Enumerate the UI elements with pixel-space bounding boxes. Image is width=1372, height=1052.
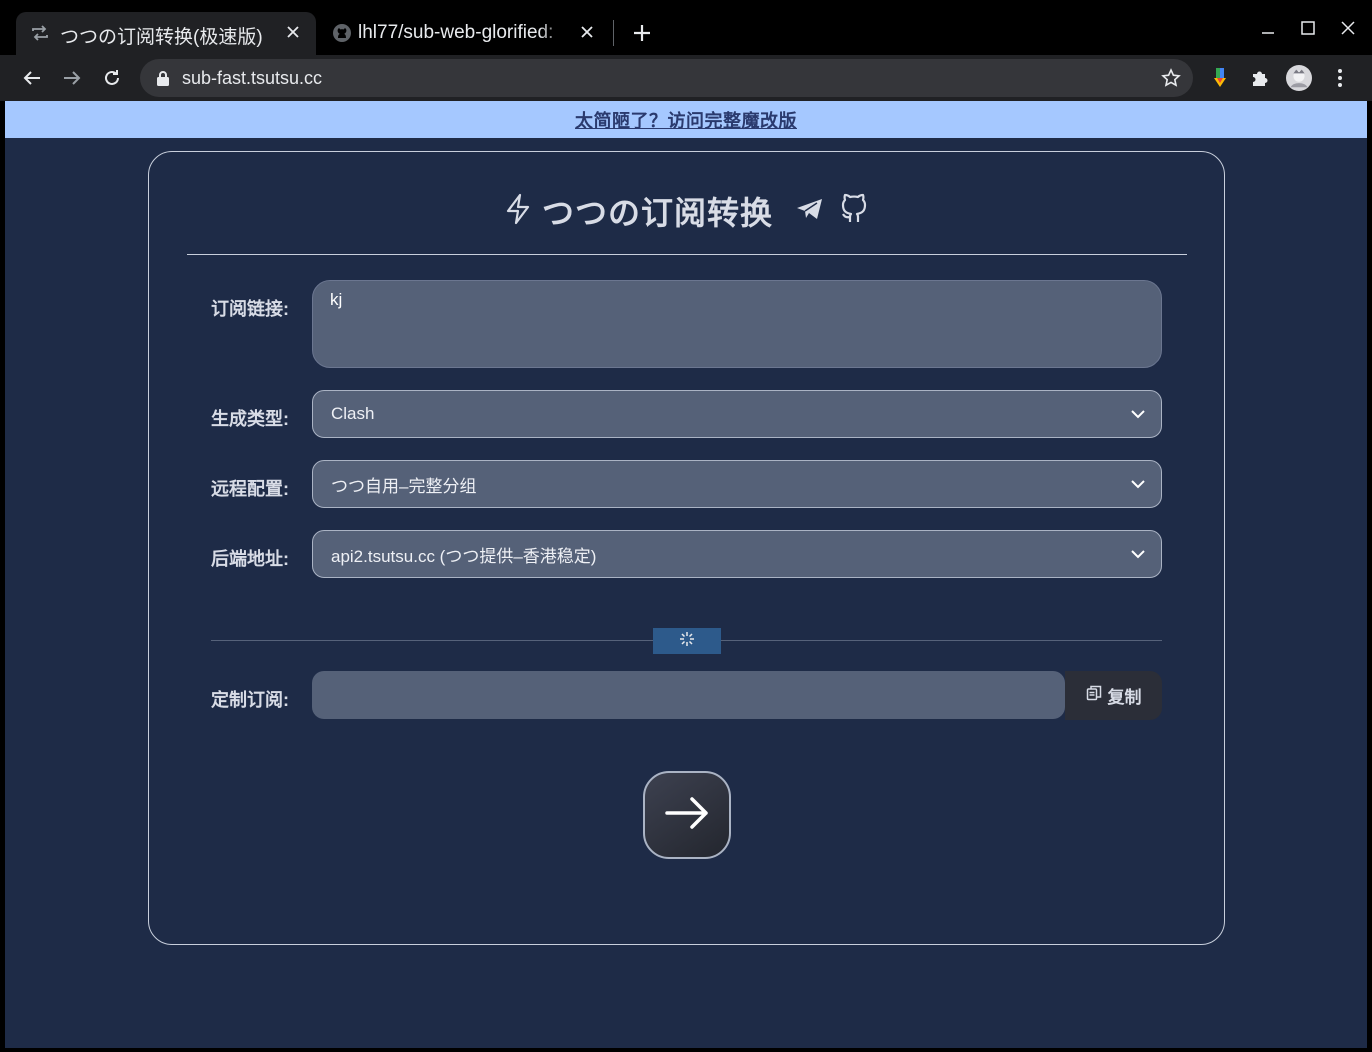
backend-value: api2.tsutsu.cc (つつ提供–香港稳定) [331, 546, 597, 566]
url-text: sub-fast.tsutsu.cc [182, 68, 323, 88]
page-title: つつの订阅转换 [541, 195, 773, 231]
custom-subscription-input[interactable] [312, 671, 1065, 719]
divider-badge [653, 628, 721, 654]
backend-label: 后端地址: [211, 549, 289, 569]
telegram-icon[interactable] [795, 197, 825, 226]
banner-link[interactable]: 太简陋了？访问完整魔改版 [575, 107, 797, 133]
copy-label: 复制 [1107, 688, 1142, 707]
copy-icon [1086, 685, 1102, 706]
card-header: つつの订阅转换 [149, 186, 1224, 236]
lock-icon [156, 70, 170, 86]
remote-value: つつ自用–完整分组 [331, 476, 477, 496]
forward-button[interactable] [57, 63, 87, 93]
close-icon[interactable] [282, 21, 304, 43]
browser-toolbar: sub-fast.tsutsu.cc [0, 55, 1372, 101]
subscription-value: kj [330, 290, 343, 309]
arrow-right-icon [664, 795, 710, 836]
back-button[interactable] [17, 63, 47, 93]
sparkle-icon [679, 631, 695, 652]
new-tab-button[interactable] [628, 19, 656, 47]
extensions-puzzle-icon[interactable] [1247, 65, 1273, 91]
tab-separator [613, 20, 614, 46]
close-icon[interactable] [576, 21, 598, 43]
address-bar[interactable]: sub-fast.tsutsu.cc [140, 59, 1193, 97]
chevron-down-icon [1129, 475, 1147, 493]
header-divider [187, 254, 1187, 255]
tab-strip: つつの订阅转换(极速版) lhl77/sub-web-glorified: [0, 0, 1372, 55]
reload-button[interactable] [97, 63, 127, 93]
maximize-button[interactable] [1293, 14, 1323, 42]
repeat-icon [30, 23, 50, 43]
bookmark-star-icon[interactable] [1161, 68, 1181, 88]
subscription-textarea[interactable]: kj [312, 280, 1162, 370]
custom-label: 定制订阅: [211, 690, 289, 710]
chevron-down-icon [1129, 545, 1147, 563]
menu-kebab-icon[interactable] [1327, 65, 1353, 91]
type-value: Clash [331, 404, 375, 423]
resize-handle-icon[interactable] [1149, 355, 1159, 370]
type-label: 生成类型: [211, 409, 289, 429]
lightning-icon [504, 193, 532, 230]
remote-select[interactable]: つつ自用–完整分组 [312, 460, 1162, 508]
remote-label: 远程配置: [211, 479, 289, 499]
type-select[interactable]: Clash [312, 390, 1162, 438]
extension-colorful-icon[interactable] [1207, 65, 1233, 91]
converter-card: つつの订阅转换 订阅链接: kj 生成类型: Clash 远程配置: つつ自用–… [148, 151, 1225, 945]
chevron-down-icon [1129, 405, 1147, 423]
github-icon [332, 23, 352, 43]
minimize-button[interactable] [1253, 14, 1283, 42]
window-close-button[interactable] [1333, 14, 1363, 42]
github-icon[interactable] [839, 193, 869, 230]
copy-button[interactable]: 复制 [1065, 671, 1162, 720]
convert-button[interactable] [643, 771, 731, 859]
tab-title: つつの订阅转换(极速版) [60, 27, 263, 48]
tab-active[interactable]: つつの订阅转换(极速版) [16, 12, 316, 55]
backend-select[interactable]: api2.tsutsu.cc (つつ提供–香港稳定) [312, 530, 1162, 578]
page-viewport: 太简陋了？访问完整魔改版 つつの订阅转换 订阅链接: kj 生成类型: Clas… [5, 101, 1367, 1048]
top-banner: 太简陋了？访问完整魔改版 [5, 101, 1367, 138]
subscription-label: 订阅链接: [211, 299, 289, 319]
tab-inactive[interactable]: lhl77/sub-web-glorified: [318, 12, 610, 55]
tab-title: lhl77/sub-web-glorified: [358, 22, 554, 43]
profile-avatar[interactable] [1286, 65, 1312, 91]
